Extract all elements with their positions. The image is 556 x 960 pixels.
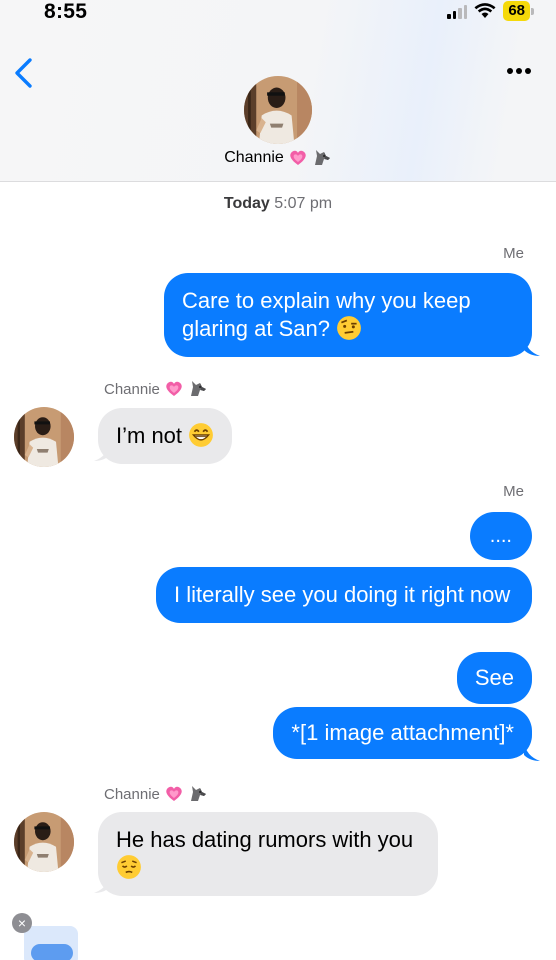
conversation-timestamp: Today 5:07 pm: [0, 195, 556, 213]
message-bubble-outgoing[interactable]: Care to explain why you keep glaring at …: [164, 273, 532, 357]
bubble-tail: [94, 442, 110, 461]
message-bubble-incoming[interactable]: He has dating rumors with you: [98, 812, 438, 896]
message-bubble-outgoing[interactable]: *[1 image attachment]*: [273, 707, 532, 759]
message-text: Care to explain why you keep glaring at …: [182, 288, 471, 341]
bubble-tail: [524, 337, 540, 356]
contact-name-button[interactable]: Channie: [0, 148, 556, 168]
message-text: See: [474, 665, 514, 690]
status-icons: 68: [447, 0, 534, 22]
message-bubble-outgoing[interactable]: ....: [469, 512, 532, 560]
pensive-emoji: [116, 854, 142, 880]
message-bubble-outgoing[interactable]: See: [456, 652, 532, 704]
contact-name: Channie: [224, 149, 284, 166]
message-text: I’m not: [116, 423, 183, 448]
timestamp-time: 5:07 pm: [274, 195, 333, 212]
grinning-emoji: [188, 422, 214, 448]
wolf-emoji: [190, 786, 206, 801]
close-icon[interactable]: ×: [12, 913, 32, 933]
wolf-emoji: [314, 150, 330, 165]
message-bubble-incoming[interactable]: I’m not: [98, 408, 233, 464]
sender-name: Channie: [104, 785, 160, 803]
bubble-tail: [94, 874, 110, 893]
message-text: ....: [489, 525, 512, 547]
raised-eyebrow-emoji: [336, 315, 362, 341]
wifi-icon: [474, 3, 496, 18]
contact-avatar-small[interactable]: [14, 407, 74, 467]
message-text: *[1 image attachment]*: [291, 720, 514, 745]
message-bubble-outgoing[interactable]: I literally see you doing it right now: [156, 567, 532, 623]
conversation-header: 8:55 68 Channie: [0, 0, 556, 182]
sender-label-them: Channie: [104, 379, 208, 399]
more-dots-icon[interactable]: [506, 66, 532, 76]
message-text: He has dating rumors with you: [116, 827, 414, 852]
chevron-left-icon[interactable]: [12, 56, 36, 90]
wolf-emoji: [190, 381, 206, 396]
cellular-signal-icon: [447, 4, 468, 19]
sender-label-them: Channie: [104, 784, 208, 804]
sender-label-me: Me: [503, 483, 524, 500]
contact-avatar-small[interactable]: [14, 812, 74, 872]
timestamp-day: Today: [223, 195, 270, 212]
status-time: 8:55: [44, 0, 88, 23]
message-text: I literally see you doing it right now: [174, 582, 511, 607]
sender-label-me: Me: [503, 245, 524, 262]
pink-heart-emoji: [166, 786, 182, 801]
battery-icon: 68: [503, 1, 534, 21]
sender-name: Channie: [104, 380, 160, 398]
attachment-preview[interactable]: [24, 926, 78, 960]
battery-level: 68: [503, 1, 530, 21]
pink-heart-emoji: [166, 381, 182, 396]
contact-avatar[interactable]: [244, 76, 312, 144]
pink-heart-emoji: [290, 150, 306, 165]
bubble-tail: [524, 742, 540, 761]
